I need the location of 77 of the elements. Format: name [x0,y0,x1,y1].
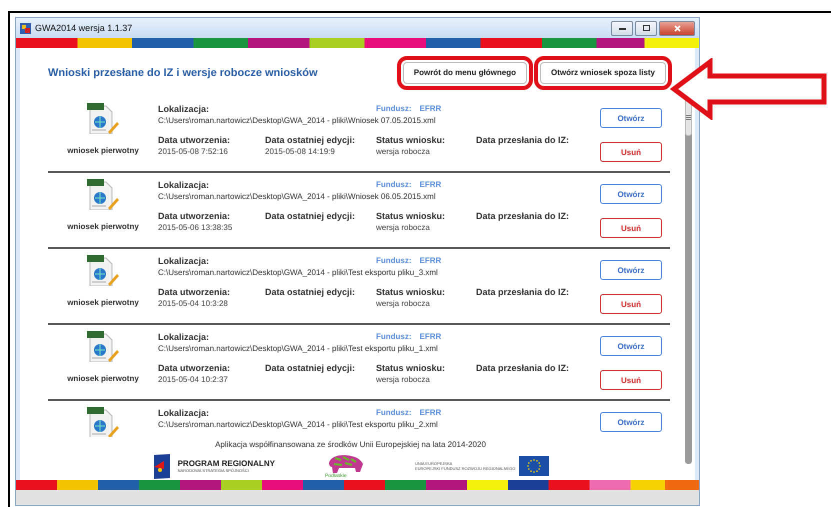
location-label: Lokalizacja: [158,180,210,190]
status-label: Status wniosku: [376,211,446,221]
edited-label: Data ostatniej edycji: [265,287,356,297]
file-path: C:\Users\roman.nartowicz\Desktop\GWA_2014 - pliki\Wniosek 07.05.2015.xml [158,116,437,125]
edited-label: Data ostatniej edycji: [265,363,356,373]
open-button[interactable]: Otwórz [600,184,662,204]
status-label: Status wniosku: [376,135,446,145]
status-value: wersja robocza [376,223,431,232]
created-label: Data utworzenia: [158,363,232,373]
edited-label: Data ostatniej edycji: [265,135,356,145]
delete-button[interactable]: Usuń [600,370,662,390]
fund-label: Fundusz: [376,408,412,418]
minimize-button[interactable] [611,20,633,36]
file-path: C:\Users\roman.nartowicz\Desktop\GWA_2014 - pliki\Test eksportu pliku_1.xml [158,344,439,353]
sent-label: Data przesłania do IZ: [476,287,570,297]
status-label: Status wniosku: [376,363,446,373]
delete-button[interactable]: Usuń [600,294,662,314]
status-label: Status wniosku: [376,287,446,297]
sent-label: Data przesłania do IZ: [476,211,570,221]
fund-label: Fundusz: [376,104,412,114]
fund-label: Fundusz: [376,332,412,342]
cofinancing-note: Aplikacja współfinansowana ze środków Unii Europejskiej na lata 2014-2020 [215,440,486,449]
file-path: C:\Users\roman.nartowicz\Desktop\GWA_2014 - pliki\Test eksportu pliku_3.xml [158,268,439,277]
location-label: Lokalizacja: [158,104,210,114]
edited-label: Data ostatniej edycji: [265,211,356,221]
eu-flag-icon [519,456,550,476]
maximize-icon [642,25,650,31]
xml-file-icon [86,406,120,437]
file-path: C:\Users\roman.nartowicz\Desktop\GWA_2014 - pliki\Wniosek 06.05.2015.xml [158,192,437,201]
fund-value: EFRR [420,256,442,266]
open-button[interactable]: Otwórz [600,412,662,432]
application-type: wniosek pierwotny [67,222,139,231]
application-type: wniosek pierwotny [67,146,139,155]
delete-button[interactable]: Usuń [600,218,662,238]
status-value: wersja robocza [376,375,431,384]
program-name: PROGRAM REGIONALNY [178,459,275,468]
grip-icon [686,114,690,120]
sent-label: Data przesłania do IZ: [476,135,570,145]
edited-date: 2015-05-08 14:19:9 [265,147,336,156]
maximize-button[interactable] [635,20,657,36]
close-icon [674,24,680,32]
location-label: Lokalizacja: [158,408,210,418]
fund-label: Fundusz: [376,180,412,190]
created-date: 2015-05-04 10:3:28 [158,299,229,308]
minimize-icon [618,26,626,30]
file-path: C:\Users\roman.nartowicz\Desktop\GWA_2014 - pliki\Test eksportu pliku_2.xml [158,420,439,429]
created-date: 2015-05-08 7:52:16 [158,147,229,156]
close-button[interactable] [659,20,695,36]
created-label: Data utworzenia: [158,211,232,221]
created-date: 2015-05-04 10:2:37 [158,375,229,384]
open-button[interactable]: Otwórz [600,108,662,128]
application-type: wniosek pierwotny [67,298,139,307]
page-title: Wnioski przesłane do IZ i wersje robocze wniosków [48,66,319,78]
window-title: GWA2014 wersja 1.1.37 [35,23,134,33]
delete-button[interactable]: Usuń [600,142,662,162]
sent-label: Data przesłania do IZ: [476,363,570,373]
fund-value: EFRR [420,180,442,190]
status-value: wersja robocza [376,299,431,308]
application-type: wniosek pierwotny [67,374,139,383]
created-label: Data utworzenia: [158,135,232,145]
open-button[interactable]: Otwórz [600,336,662,356]
fund-label: Fundusz: [376,256,412,266]
xml-file-icon [86,178,120,210]
fund-value: EFRR [420,104,442,114]
location-label: Lokalizacja: [158,256,210,266]
xml-file-icon [86,254,120,286]
scrollbar[interactable] [684,98,692,464]
xml-file-icon [86,102,120,134]
status-value: wersja robocza [376,147,431,156]
xml-file-icon [86,330,120,362]
app-icon [20,22,31,34]
created-label: Data utworzenia: [158,287,232,297]
created-date: 2015-05-06 13:38:35 [158,223,234,232]
open-button[interactable]: Otwórz [600,260,662,280]
fund-value: EFRR [420,332,442,342]
location-label: Lokalizacja: [158,332,210,342]
fund-value: EFRR [420,408,442,418]
